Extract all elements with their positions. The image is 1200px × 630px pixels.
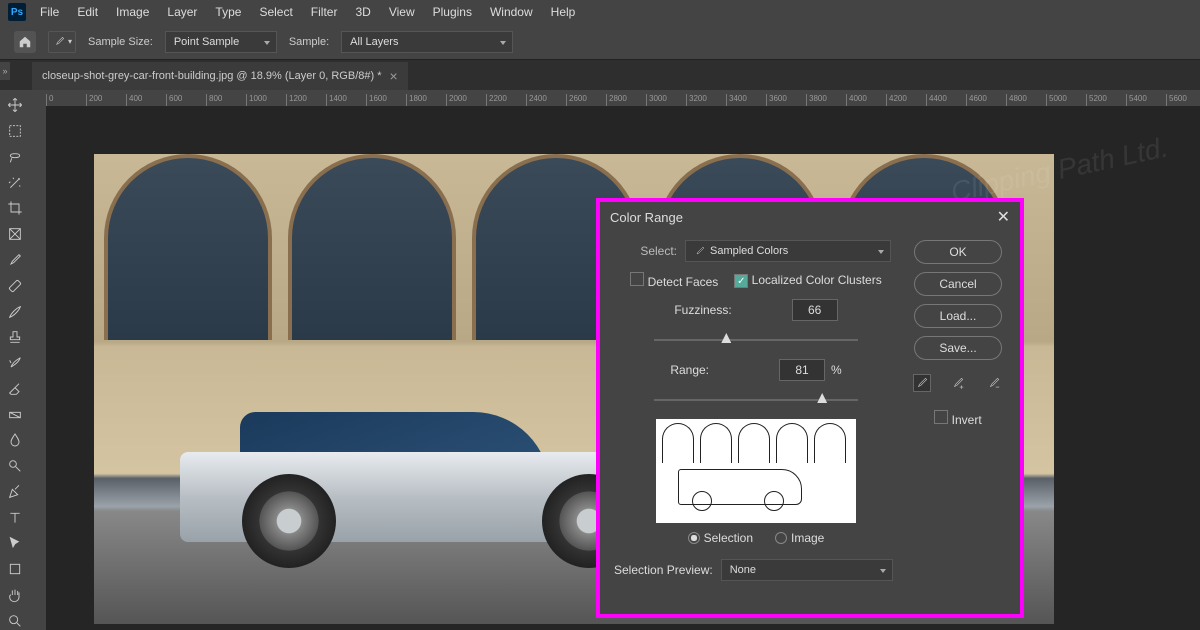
ruler-horizontal: 0200400600800100012001400160018002000220… [30, 90, 1200, 106]
stamp-tool-icon[interactable] [4, 328, 26, 347]
zoom-tool-icon[interactable] [4, 611, 26, 630]
hand-tool-icon[interactable] [4, 586, 26, 605]
selection-radio[interactable]: Selection [688, 531, 753, 545]
expand-panels-icon[interactable]: » [0, 62, 10, 80]
eyedropper-plus-icon[interactable] [949, 374, 967, 392]
sample-size-select[interactable]: Point Sample [165, 31, 277, 53]
heal-tool-icon[interactable] [4, 276, 26, 295]
color-range-dialog: Color Range ✕ Select: Sampled Colors Det… [596, 198, 1024, 618]
pen-tool-icon[interactable] [4, 482, 26, 501]
detect-faces-checkbox[interactable] [630, 272, 644, 286]
select-label: Select: [621, 244, 677, 258]
menu-view[interactable]: View [381, 3, 423, 21]
shape-tool-icon[interactable] [4, 560, 26, 579]
selection-preview-image [656, 419, 856, 523]
tool-palette [0, 90, 30, 630]
dodge-tool-icon[interactable] [4, 457, 26, 476]
document-tab[interactable]: closeup-shot-grey-car-front-building.jpg… [32, 62, 408, 90]
move-tool-icon[interactable] [4, 96, 26, 115]
menu-window[interactable]: Window [482, 3, 541, 21]
fuzziness-slider[interactable] [654, 331, 858, 349]
path-select-icon[interactable] [4, 534, 26, 553]
blur-tool-icon[interactable] [4, 431, 26, 450]
eyedropper-icon[interactable] [913, 374, 931, 392]
close-dialog-icon[interactable]: ✕ [997, 207, 1010, 227]
localized-label: Localized Color Clusters [752, 273, 882, 287]
localized-checkbox[interactable]: ✓ [734, 274, 748, 288]
menu-type[interactable]: Type [207, 3, 249, 21]
menu-file[interactable]: File [32, 3, 67, 21]
detect-faces-label: Detect Faces [648, 275, 719, 289]
menubar: Ps File Edit Image Layer Type Select Fil… [0, 0, 1200, 24]
crop-tool-icon[interactable] [4, 199, 26, 218]
brush-tool-icon[interactable] [4, 302, 26, 321]
eyedropper-icon[interactable] [4, 251, 26, 270]
range-input[interactable]: 81 [779, 359, 825, 381]
select-dropdown[interactable]: Sampled Colors [685, 240, 891, 262]
range-slider[interactable] [654, 391, 858, 409]
range-unit: % [831, 363, 842, 377]
home-icon[interactable] [14, 31, 36, 53]
image-radio[interactable]: Image [775, 531, 824, 545]
frame-tool-icon[interactable] [4, 225, 26, 244]
gradient-tool-icon[interactable] [4, 405, 26, 424]
eyedropper-minus-icon[interactable] [985, 374, 1003, 392]
menu-plugins[interactable]: Plugins [425, 3, 480, 21]
save-button[interactable]: Save... [914, 336, 1002, 360]
document-tabs: closeup-shot-grey-car-front-building.jpg… [0, 60, 1200, 90]
ok-button[interactable]: OK [914, 240, 1002, 264]
cancel-button[interactable]: Cancel [914, 272, 1002, 296]
load-button[interactable]: Load... [914, 304, 1002, 328]
selection-preview-dropdown[interactable]: None [721, 559, 893, 581]
ruler-vertical [30, 106, 46, 630]
sample-size-label: Sample Size: [88, 36, 153, 48]
menu-edit[interactable]: Edit [69, 3, 106, 21]
type-tool-icon[interactable] [4, 508, 26, 527]
options-bar: ▾ Sample Size: Point Sample Sample: All … [0, 24, 1200, 60]
selection-preview-label: Selection Preview: [614, 563, 713, 577]
close-tab-icon[interactable]: × [390, 68, 398, 84]
document-tab-label: closeup-shot-grey-car-front-building.jpg… [42, 70, 382, 82]
lasso-tool-icon[interactable] [4, 148, 26, 167]
eyedropper-tool-icon[interactable]: ▾ [48, 31, 76, 53]
menu-3d[interactable]: 3D [347, 3, 378, 21]
history-brush-icon[interactable] [4, 354, 26, 373]
menu-layer[interactable]: Layer [159, 3, 205, 21]
invert-checkbox[interactable]: Invert [934, 410, 981, 427]
ps-logo: Ps [8, 3, 26, 21]
menu-image[interactable]: Image [108, 3, 157, 21]
menu-help[interactable]: Help [543, 3, 584, 21]
eraser-tool-icon[interactable] [4, 379, 26, 398]
fuzziness-label: Fuzziness: [674, 303, 731, 317]
menu-filter[interactable]: Filter [303, 3, 346, 21]
fuzziness-input[interactable]: 66 [792, 299, 838, 321]
sample-label: Sample: [289, 36, 329, 48]
dialog-title: Color Range [610, 210, 683, 225]
wand-tool-icon[interactable] [4, 173, 26, 192]
marquee-tool-icon[interactable] [4, 122, 26, 141]
menu-select[interactable]: Select [251, 3, 300, 21]
sample-select[interactable]: All Layers [341, 31, 513, 53]
range-label: Range: [670, 363, 709, 377]
